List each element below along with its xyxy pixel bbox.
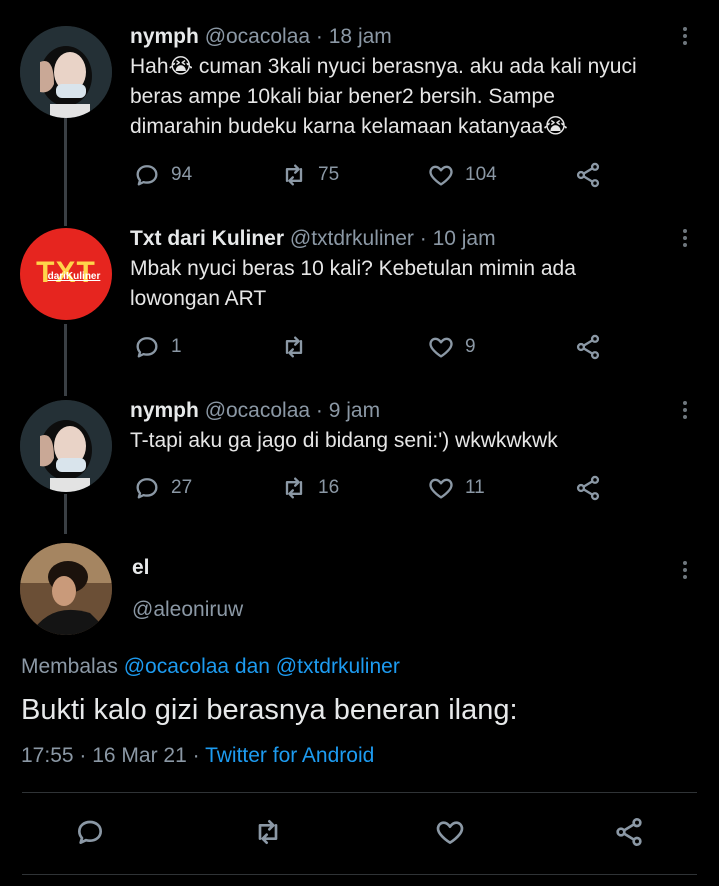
like-button[interactable]: 104	[427, 161, 497, 189]
timestamp[interactable]: · 10 jam	[420, 227, 496, 250]
like-button[interactable]	[434, 816, 466, 848]
heart-icon	[429, 165, 453, 186]
share-button[interactable]	[574, 333, 602, 361]
reply-button[interactable]: 94	[133, 161, 192, 189]
tweet-meta: 17:55 · 16 Mar 21 · Twitter for Android	[21, 744, 374, 768]
reply-prefix: Membalas	[21, 655, 118, 678]
divider	[22, 792, 697, 793]
reply-button[interactable]	[74, 816, 106, 848]
tweet-header: nymph @ocacolaa · 18 jam	[130, 25, 392, 49]
reply-count: 27	[171, 477, 193, 498]
handle[interactable]: @aleoniruw	[132, 598, 243, 622]
tweet-text: Hah😭 cuman 3kali nyuci berasnya. aku ada…	[130, 52, 637, 142]
tweet-line: dimarahin budeku karna kelamaan katanyaa…	[130, 115, 568, 138]
avatar[interactable]	[20, 400, 112, 492]
more-icon[interactable]	[683, 398, 689, 422]
handle[interactable]: @ocacolaa	[205, 399, 310, 422]
main-tweet-text: Bukti kalo gizi berasnya beneran ilang:	[21, 694, 518, 726]
display-name[interactable]: el	[132, 556, 150, 580]
timestamp[interactable]: 17:55 · 16 Mar 21 ·	[21, 744, 200, 767]
more-icon[interactable]	[683, 226, 689, 250]
retweet-count: 75	[318, 164, 340, 185]
retweet-icon	[285, 336, 303, 358]
like-count: 9	[465, 336, 476, 357]
share-button[interactable]	[574, 474, 602, 502]
avatar-nymph-image	[20, 400, 112, 492]
like-count: 11	[465, 477, 485, 498]
like-button[interactable]: 9	[427, 333, 476, 361]
heart-icon	[429, 478, 453, 499]
display-name[interactable]: nymph	[130, 25, 199, 48]
reply-to-link[interactable]: @ocacolaa dan @txtdrkuliner	[124, 655, 400, 678]
share-icon	[576, 334, 600, 360]
reply-button[interactable]: 1	[133, 333, 182, 361]
avatar[interactable]: TXT dariKuliner	[20, 228, 112, 320]
txt-logo-sub: dariKuliner	[47, 271, 101, 282]
share-icon	[616, 818, 642, 846]
reply-icon	[136, 337, 158, 358]
retweet-button[interactable]: 75	[280, 161, 339, 189]
tweet-line: Hah😭 cuman 3kali nyuci berasnya. aku ada…	[130, 55, 637, 78]
heart-icon	[436, 821, 464, 844]
avatar[interactable]	[20, 26, 112, 118]
tweet-text: T-tapi aku ga jago di bidang seni:') wkw…	[130, 426, 558, 456]
retweet-button[interactable]	[252, 816, 284, 848]
reply-icon	[136, 478, 158, 499]
reply-icon	[78, 820, 102, 844]
timestamp[interactable]: · 9 jam	[316, 399, 380, 422]
share-button[interactable]	[574, 161, 602, 189]
more-icon[interactable]	[683, 24, 689, 48]
display-name[interactable]: Txt dari Kuliner	[130, 227, 284, 250]
reply-count: 1	[171, 336, 182, 357]
like-count: 104	[465, 164, 497, 185]
thread-connector	[64, 324, 67, 396]
divider	[22, 874, 697, 875]
tweet-text: Mbak nyuci beras 10 kali? Kebetulan mimi…	[130, 254, 576, 314]
retweet-icon	[285, 477, 303, 499]
display-name[interactable]: nymph	[130, 399, 199, 422]
more-icon[interactable]	[683, 558, 689, 582]
share-icon	[576, 475, 600, 501]
thread-connector	[64, 494, 67, 534]
avatar-el-image	[20, 543, 112, 635]
reply-context: Membalas @ocacolaa dan @txtdrkuliner	[21, 655, 400, 679]
reply-icon	[136, 165, 158, 186]
retweet-icon	[285, 164, 303, 186]
retweet-icon	[258, 820, 278, 844]
source-link[interactable]: Twitter for Android	[205, 744, 374, 767]
avatar-nymph-image	[20, 26, 112, 118]
timestamp[interactable]: · 18 jam	[316, 25, 392, 48]
share-button[interactable]	[613, 816, 645, 848]
tweet-line: Mbak nyuci beras 10 kali? Kebetulan mimi…	[130, 257, 576, 280]
avatar[interactable]	[20, 543, 112, 635]
heart-icon	[429, 337, 453, 358]
retweet-button[interactable]	[280, 333, 318, 361]
thread-connector	[64, 118, 67, 226]
reply-button[interactable]: 27	[133, 474, 192, 502]
tweet-header: nymph @ocacolaa · 9 jam	[130, 399, 380, 423]
tweet-header: Txt dari Kuliner @txtdrkuliner · 10 jam	[130, 227, 496, 251]
handle[interactable]: @txtdrkuliner	[290, 227, 414, 250]
share-icon	[576, 162, 600, 188]
tweet-line: beras ampe 10kali biar bener2 bersih. Sa…	[130, 85, 555, 108]
like-button[interactable]: 11	[427, 474, 485, 502]
tweet-line: lowongan ART	[130, 287, 267, 310]
handle[interactable]: @ocacolaa	[205, 25, 310, 48]
retweet-count: 16	[318, 477, 340, 498]
retweet-button[interactable]: 16	[280, 474, 339, 502]
tweet-line: T-tapi aku ga jago di bidang seni:') wkw…	[130, 429, 558, 452]
reply-count: 94	[171, 164, 193, 185]
